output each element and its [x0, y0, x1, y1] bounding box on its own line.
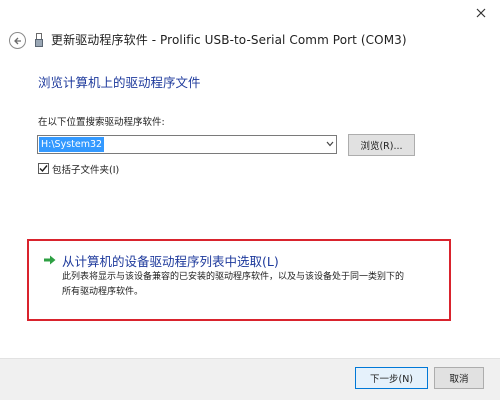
dialog-title: 更新驱动程序软件 - Prolific USB-to-Serial Comm P… — [51, 33, 407, 47]
include-subfolders-label[interactable]: 包括子文件夹(I) — [52, 162, 119, 176]
usb-device-icon — [33, 32, 45, 48]
pick-desc-line-1: 此列表将显示与该设备兼容的已安装的驱动程序软件，以及与该设备处于同一类别下的 — [62, 272, 405, 282]
chevron-down-icon[interactable] — [326, 141, 334, 147]
pick-from-list-link[interactable]: 从计算机的设备驱动程序列表中选取(L) — [62, 251, 279, 270]
pick-from-list-description: 此列表将显示与该设备兼容的已安装的驱动程序软件，以及与该设备处于同一类别下的 所… — [62, 270, 434, 300]
include-subfolders-checkbox[interactable] — [38, 163, 49, 174]
search-path-value[interactable]: H:\System32 — [39, 137, 105, 152]
cancel-button[interactable]: 取消 — [434, 367, 484, 389]
update-driver-dialog: 更新驱动程序软件 - Prolific USB-to-Serial Comm P… — [0, 0, 500, 400]
title-bar — [0, 0, 500, 26]
checkmark-icon — [39, 165, 48, 173]
close-button[interactable] — [462, 0, 500, 26]
pick-desc-line-2: 所有驱动程序软件。 — [62, 287, 144, 297]
back-button[interactable] — [9, 32, 26, 49]
close-icon — [476, 8, 486, 18]
next-button[interactable]: 下一步(N) — [355, 367, 428, 389]
browse-button[interactable]: 浏览(R)... — [348, 134, 415, 156]
page-title: 浏览计算机上的驱动程序文件 — [38, 75, 201, 90]
back-arrow-icon — [13, 37, 21, 44]
search-path-combobox[interactable]: H:\System32 — [37, 135, 337, 154]
green-arrow-icon — [44, 255, 56, 265]
search-location-label: 在以下位置搜索驱动程序软件: — [38, 117, 165, 128]
